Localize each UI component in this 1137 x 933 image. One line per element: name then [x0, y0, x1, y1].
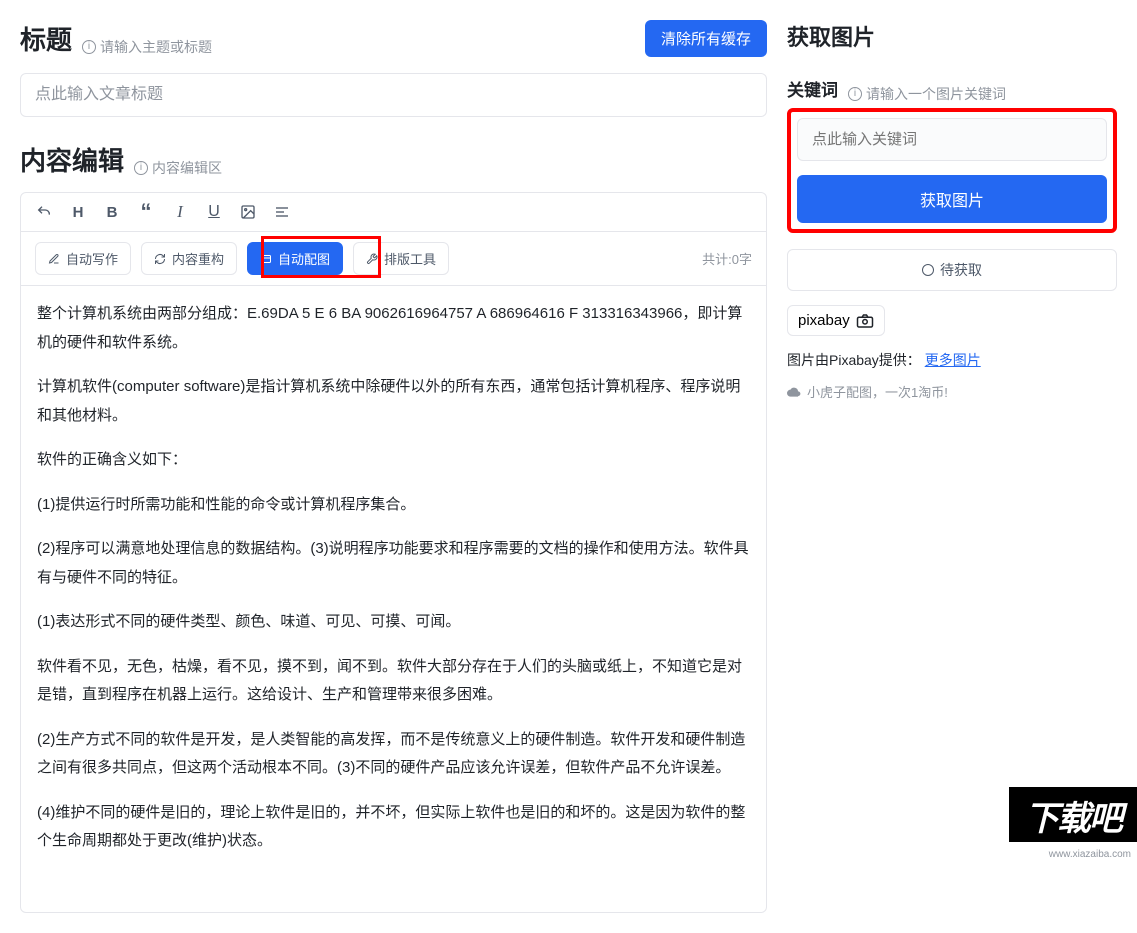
keyword-input[interactable] [797, 118, 1107, 161]
pixabay-badge: pixabay [787, 305, 885, 336]
editor-paragraph: 计算机软件(computer software)是指计算机系统中除硬件以外的所有… [37, 373, 750, 430]
keyword-label: 关键词 [787, 76, 838, 101]
content-restructure-label: 内容重构 [172, 249, 224, 268]
get-image-button[interactable]: 获取图片 [797, 175, 1107, 223]
clear-cache-button[interactable]: 清除所有缓存 [645, 20, 767, 57]
watermark-url: www.xiazaiba.com [1049, 849, 1131, 860]
auto-write-label: 自动写作 [66, 249, 118, 268]
info-icon: i [82, 40, 96, 54]
watermark: 下载吧 www.xiazaiba.com [1009, 787, 1137, 842]
auto-write-button[interactable]: 自动写作 [35, 242, 131, 275]
editor-paragraph: (4)维护不同的硬件是旧的，理论上软件是旧的，并不坏，但实际上软件也是旧的和坏的… [37, 799, 750, 856]
content-hint-text: 内容编辑区 [152, 158, 222, 178]
camera-icon [856, 314, 874, 328]
title-hint-text: 请输入主题或标题 [100, 37, 212, 57]
editor-paragraph: 软件看不见，无色，枯燥，看不见，摸不到，闻不到。软件大部分存在于人们的头脑或纸上… [37, 653, 750, 710]
editor-paragraph: 软件的正确含义如下： [37, 446, 750, 475]
fetch-status: 待获取 [787, 249, 1117, 291]
provider-text: 图片由Pixabay提供： [787, 352, 921, 368]
editor-paragraph: 整个计算机系统由两部分组成：E.69DA 5 E 6 BA 9062616964… [37, 300, 750, 357]
editor-paragraph: (2)程序可以满意地处理信息的数据结构。(3)说明程序功能要求和程序需要的文档的… [37, 535, 750, 592]
align-left-icon[interactable] [273, 203, 291, 221]
content-restructure-button[interactable]: 内容重构 [141, 242, 237, 275]
underline-icon[interactable]: U [205, 203, 223, 221]
content-hint: i 内容编辑区 [134, 158, 222, 178]
title-hint: i 请输入主题或标题 [82, 37, 212, 57]
format-toolbar: H B “ I U [21, 193, 766, 231]
layout-tool-button[interactable]: 排版工具 [353, 242, 449, 275]
watermark-logo: 下载吧 [1009, 787, 1137, 842]
heading-icon[interactable]: H [69, 203, 87, 221]
undo-icon[interactable] [35, 203, 53, 221]
quote-icon[interactable]: “ [137, 203, 155, 221]
image-icon[interactable] [239, 203, 257, 221]
layout-tool-label: 排版工具 [384, 249, 436, 268]
editor-paragraph: (2)生产方式不同的软件是开发，是人类智能的高发挥，而不是传统意义上的硬件制造。… [37, 726, 750, 783]
provider-line: 图片由Pixabay提供： 更多图片 [787, 350, 1117, 370]
word-count: 共计:0字 [702, 249, 752, 268]
more-images-link[interactable]: 更多图片 [925, 352, 981, 368]
info-icon: i [134, 161, 148, 175]
circle-icon [922, 264, 934, 276]
keyword-hint: i 请输入一个图片关键词 [848, 84, 1006, 104]
pixabay-name: pixabay [798, 312, 850, 329]
italic-icon[interactable]: I [171, 203, 189, 221]
title-heading: 标题 [20, 20, 72, 57]
highlight-annotation-right: 获取图片 [787, 108, 1117, 233]
content-heading: 内容编辑 [20, 141, 124, 178]
auto-image-label: 自动配图 [278, 249, 330, 268]
auto-image-button[interactable]: 自动配图 [247, 242, 343, 275]
right-panel-heading: 获取图片 [787, 20, 1117, 52]
keyword-hint-text: 请输入一个图片关键词 [866, 84, 1006, 104]
bold-icon[interactable]: B [103, 203, 121, 221]
cloud-icon [787, 387, 801, 397]
status-text: 待获取 [940, 260, 982, 280]
tip-line: 小虎子配图，一次1淘币! [787, 382, 1117, 401]
editor-paragraph: (1)提供运行时所需功能和性能的命令或计算机程序集合。 [37, 491, 750, 520]
editor-content[interactable]: 整个计算机系统由两部分组成：E.69DA 5 E 6 BA 9062616964… [21, 286, 766, 912]
tip-text: 小虎子配图，一次1淘币! [807, 382, 948, 401]
editor-paragraph: (1)表达形式不同的硬件类型、颜色、味道、可见、可摸、可闻。 [37, 608, 750, 637]
info-icon: i [848, 87, 862, 101]
article-title-input[interactable] [20, 73, 767, 117]
